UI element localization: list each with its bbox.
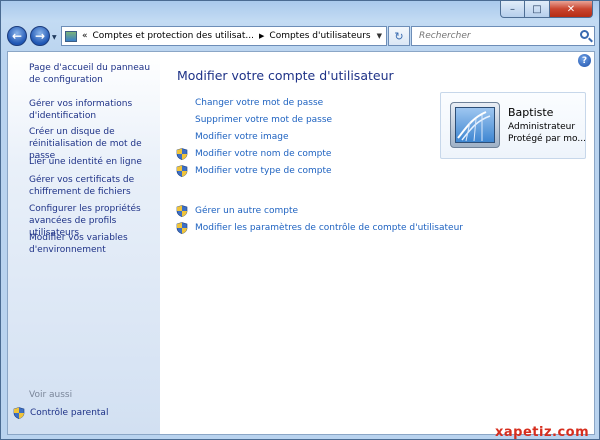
sidebar-item-credentials[interactable]: Gérer vos informations d'identification	[29, 98, 157, 122]
address-dropdown-icon[interactable]: ▼	[377, 32, 382, 40]
close-button[interactable]: ✕	[550, 1, 593, 18]
sidebar: Page d'accueil du panneau de configurati…	[8, 52, 160, 434]
breadcrumb-separator-icon[interactable]: ▶	[259, 32, 264, 40]
maximize-button[interactable]: □	[525, 1, 550, 18]
uac-shield-icon	[176, 205, 188, 217]
sidebar-item-label[interactable]: Contrôle parental	[30, 407, 108, 419]
control-panel-icon	[65, 30, 77, 42]
back-button[interactable]: ←	[7, 26, 27, 46]
task-link[interactable]: Supprimer votre mot de passe	[195, 115, 332, 125]
sidebar-item-environment-variables[interactable]: Modifier vos variables d'environnement	[29, 232, 157, 256]
uac-shield-icon	[176, 222, 188, 234]
user-account-card: Baptiste Administrateur Protégé par mo..…	[440, 92, 586, 159]
task-link[interactable]: Modifier votre type de compte	[195, 166, 332, 176]
user-picture-image	[455, 107, 495, 143]
sidebar-item-label[interactable]: Gérer vos informations d'identification	[29, 98, 157, 122]
address-bar[interactable]: « Comptes et protection des utilisat... …	[61, 26, 387, 46]
user-name: Baptiste	[508, 106, 554, 119]
user-role: Administrateur	[508, 122, 576, 132]
task-manage-another-account[interactable]: Gérer un autre compte	[176, 204, 298, 218]
sidebar-item-parental-control[interactable]: Contrôle parental	[13, 407, 108, 419]
content-area: Page d'accueil du panneau de configurati…	[7, 51, 595, 435]
search-input[interactable]	[417, 30, 571, 42]
task-link[interactable]: Modifier votre image	[195, 132, 289, 142]
search-icon[interactable]	[580, 30, 589, 39]
refresh-icon: ↻	[394, 29, 404, 43]
uac-shield-icon	[13, 407, 25, 419]
task-change-account-name[interactable]: Modifier votre nom de compte	[176, 147, 331, 161]
arrow-left-icon: ←	[11, 29, 23, 43]
sidebar-item-certificates[interactable]: Gérer vos certificats de chiffrement de …	[29, 174, 157, 198]
watermark: xapetiz.com	[495, 425, 590, 440]
sidebar-item-online-id[interactable]: Lier une identité en ligne	[29, 156, 157, 168]
window-frame: – □ ✕ ← → ▼ « Comptes et protection des …	[0, 0, 600, 440]
task-remove-password[interactable]: Supprimer votre mot de passe	[176, 113, 332, 127]
breadcrumb-user-accounts[interactable]: Comptes d'utilisateurs	[269, 31, 370, 41]
history-dropdown-icon[interactable]: ▼	[52, 34, 57, 41]
user-protection-status: Protégé par mo...	[508, 134, 586, 144]
sidebar-item-label[interactable]: Lier une identité en ligne	[29, 156, 157, 168]
minimize-button[interactable]: –	[500, 1, 525, 18]
see-also-heading: Voir aussi	[29, 390, 73, 400]
forward-button[interactable]: →	[30, 26, 50, 46]
task-link[interactable]: Modifier votre nom de compte	[195, 149, 331, 159]
breadcrumb-accounts-protection[interactable]: Comptes et protection des utilisat...	[93, 31, 255, 41]
task-link[interactable]: Modifier les paramètres de contrôle de c…	[195, 223, 463, 233]
task-change-picture[interactable]: Modifier votre image	[176, 130, 289, 144]
uac-shield-icon	[176, 148, 188, 160]
sidebar-item-label[interactable]: Modifier vos variables d'environnement	[29, 232, 157, 256]
task-uac-settings[interactable]: Modifier les paramètres de contrôle de c…	[176, 221, 463, 235]
task-change-account-type[interactable]: Modifier votre type de compte	[176, 164, 332, 178]
avatar	[450, 102, 500, 148]
task-link[interactable]: Gérer un autre compte	[195, 206, 298, 216]
sidebar-item-label[interactable]: Gérer vos certificats de chiffrement de …	[29, 174, 157, 198]
task-change-password[interactable]: Changer votre mot de passe	[176, 96, 323, 110]
uac-shield-icon	[176, 165, 188, 177]
help-icon[interactable]: ?	[578, 54, 591, 67]
search-box[interactable]	[411, 26, 595, 46]
refresh-button[interactable]: ↻	[388, 26, 410, 46]
sidebar-item-label[interactable]: Page d'accueil du panneau de configurati…	[29, 62, 157, 86]
page-title: Modifier votre compte d'utilisateur	[177, 68, 394, 83]
task-link[interactable]: Changer votre mot de passe	[195, 98, 323, 108]
sidebar-item-control-panel-home[interactable]: Page d'accueil du panneau de configurati…	[29, 62, 157, 86]
address-prefix[interactable]: «	[82, 31, 88, 41]
arrow-right-icon: →	[34, 29, 46, 43]
caption-buttons: – □ ✕	[500, 1, 593, 19]
